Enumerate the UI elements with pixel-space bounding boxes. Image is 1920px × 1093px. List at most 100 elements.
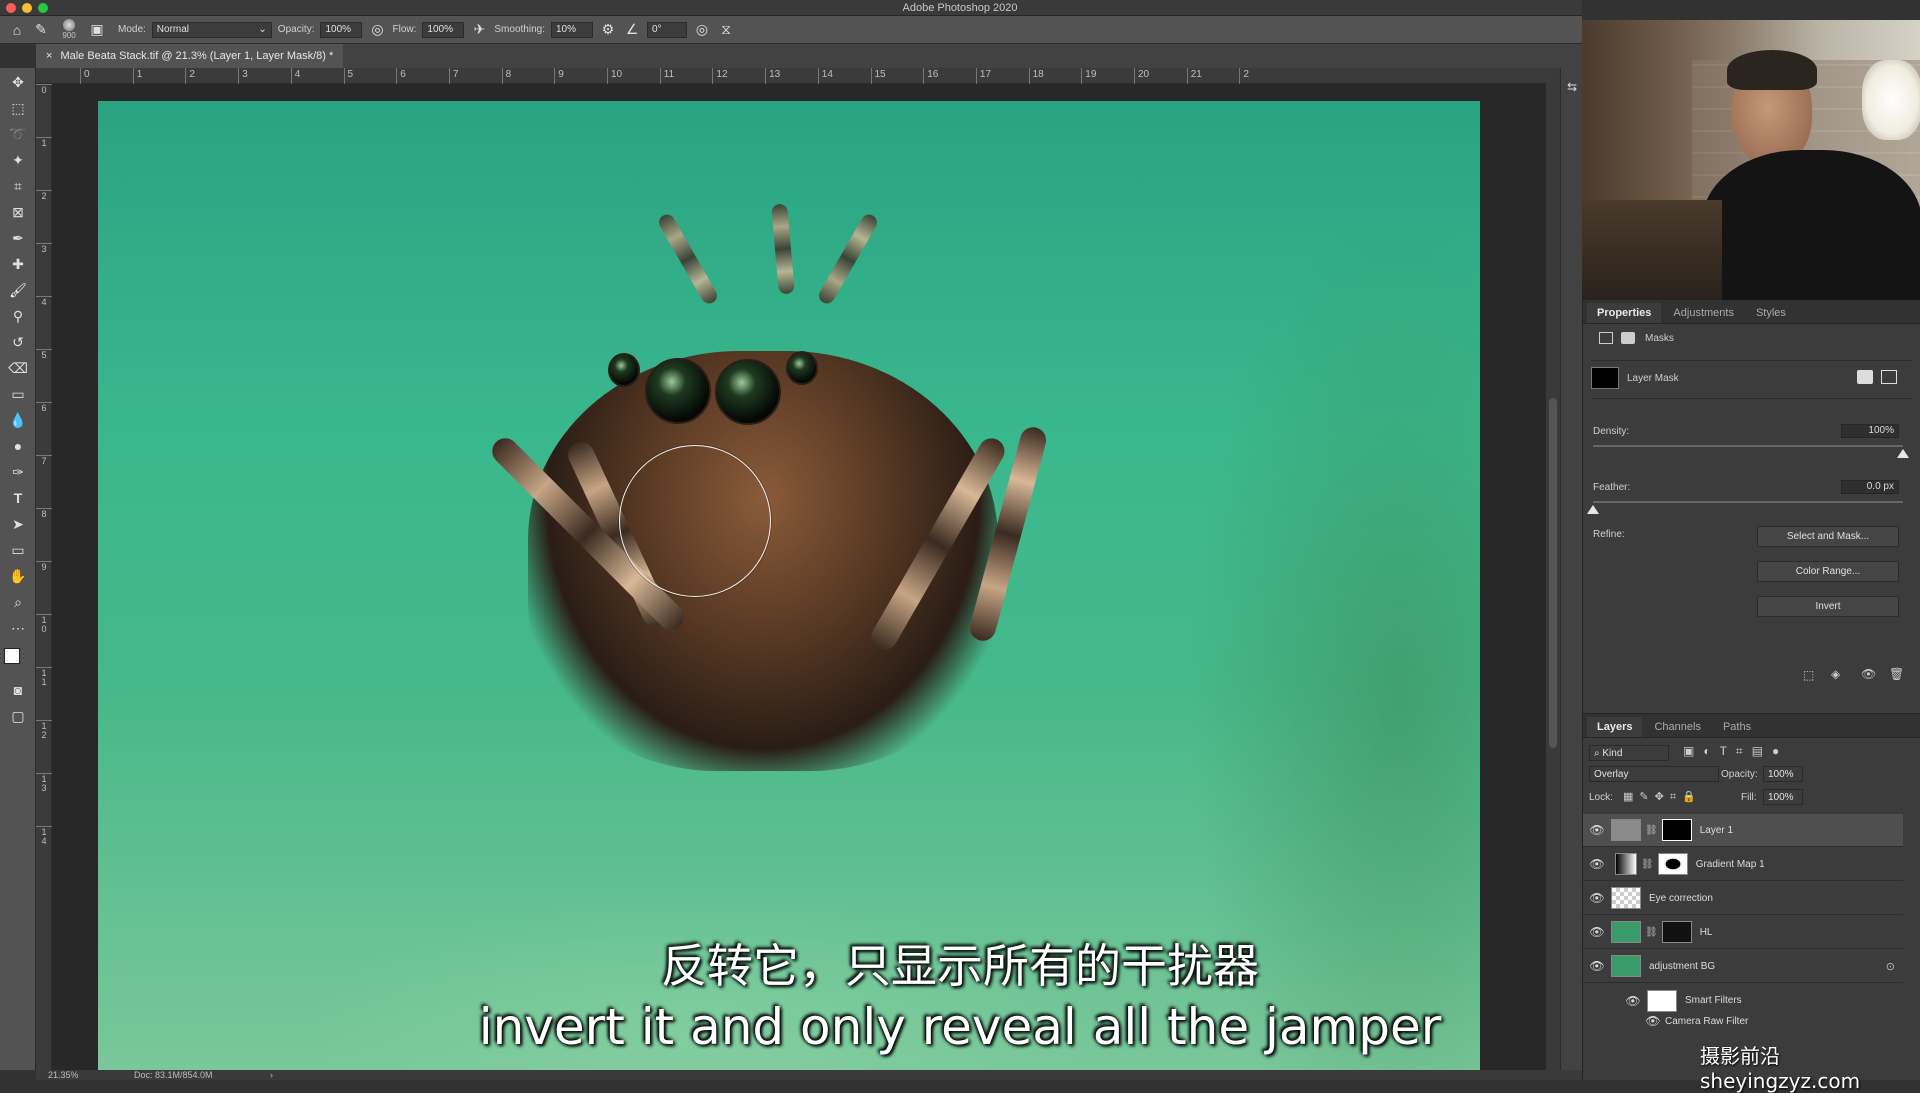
delete-mask-icon[interactable]: 🗑	[1889, 667, 1904, 681]
dodge-tool-icon[interactable]: ●	[6, 436, 30, 456]
scrollbar-thumb[interactable]	[1549, 398, 1557, 748]
eyedropper-tool-icon[interactable]: ✒	[6, 228, 30, 248]
brush-settings-icon[interactable]: ▣	[88, 21, 106, 39]
feather-slider[interactable]	[1593, 501, 1903, 503]
pen-tool-icon[interactable]: ✑	[6, 462, 30, 482]
path-selection-tool-icon[interactable]: ➤	[6, 514, 30, 534]
marquee-tool-icon[interactable]: ⬚	[6, 98, 30, 118]
apply-mask-icon[interactable]	[1881, 370, 1897, 384]
visibility-eye-icon[interactable]: 👁	[1587, 857, 1607, 871]
layer-row[interactable]: 👁 Camera Raw Filter	[1583, 1011, 1903, 1031]
history-brush-tool-icon[interactable]: ↺	[6, 332, 30, 352]
fill-field[interactable]: 100%	[1763, 789, 1803, 805]
layer-row[interactable]: 👁 Eye correction	[1583, 882, 1903, 915]
visibility-eye-icon[interactable]: 👁	[1861, 667, 1876, 681]
tab-adjustments[interactable]: Adjustments	[1663, 303, 1744, 323]
clone-stamp-tool-icon[interactable]: ⚲	[6, 306, 30, 326]
healing-brush-tool-icon[interactable]: ✚	[6, 254, 30, 274]
more-tools-icon[interactable]: ⋯	[6, 618, 30, 638]
layer-mask-thumbnail[interactable]	[1661, 921, 1692, 943]
layer-row[interactable]: 👁 adjustment BG ⊙	[1583, 950, 1903, 983]
smoothing-field[interactable]: 10%	[550, 21, 593, 38]
airbrush-icon[interactable]: ✈	[470, 21, 488, 39]
brush-tool-icon[interactable]: 🖌	[6, 280, 30, 300]
tab-channels[interactable]: Channels	[1644, 717, 1710, 737]
canvas-vertical-scrollbar[interactable]	[1546, 68, 1560, 1070]
link-icon[interactable]: ⛓	[1645, 825, 1658, 836]
home-icon[interactable]: ⌂	[8, 21, 26, 39]
density-field[interactable]: 100%	[1841, 424, 1899, 438]
color-range-button[interactable]: Color Range...	[1757, 561, 1899, 582]
visibility-eye-icon[interactable]: 👁	[1623, 994, 1643, 1008]
layer-row[interactable]: 👁 ⛓ Layer 1	[1583, 814, 1903, 847]
tab-styles[interactable]: Styles	[1746, 303, 1796, 323]
feather-slider-thumb[interactable]	[1587, 505, 1599, 514]
density-slider-thumb[interactable]	[1897, 449, 1909, 458]
move-tool-icon[interactable]: ✥	[6, 72, 30, 92]
zoom-level[interactable]: 21.35%	[48, 1070, 79, 1080]
visibility-eye-icon[interactable]: 👁	[1587, 891, 1607, 905]
density-slider[interactable]	[1593, 445, 1903, 447]
brush-tool-preset-icon[interactable]: ✎	[32, 21, 50, 39]
invert-button[interactable]: Invert	[1757, 596, 1899, 617]
document-image[interactable]	[98, 101, 1480, 1070]
gear-icon[interactable]: ⚙	[599, 21, 617, 39]
tab-properties[interactable]: Properties	[1587, 303, 1662, 323]
screen-mode-icon[interactable]: ▢	[6, 706, 30, 726]
symmetry-icon[interactable]: ⧖	[717, 21, 735, 39]
mode-select[interactable]: Normal ⌄	[151, 21, 272, 38]
density-label: Density:	[1593, 426, 1630, 437]
visibility-eye-icon[interactable]: 👁	[1587, 959, 1607, 973]
load-selection-icon[interactable]: ⬚	[1803, 668, 1814, 682]
link-icon[interactable]: ⛓	[1641, 859, 1654, 870]
crop-tool-icon[interactable]: ⌗	[6, 176, 30, 196]
visibility-eye-icon[interactable]: 👁	[1587, 925, 1607, 939]
canvas-area[interactable]	[52, 84, 1546, 1070]
smart-filter-options-icon[interactable]: ⊙	[1886, 960, 1895, 973]
blur-tool-icon[interactable]: 💧	[6, 410, 30, 430]
quick-select-tool-icon[interactable]: ✦	[6, 150, 30, 170]
angle-field[interactable]: 0°	[646, 21, 687, 38]
link-icon[interactable]: ⛓	[1645, 927, 1658, 938]
select-and-mask-button[interactable]: Select and Mask...	[1757, 526, 1899, 547]
type-tool-icon[interactable]: T	[6, 488, 30, 508]
feather-field[interactable]: 0.0 px	[1841, 480, 1899, 494]
ruler-tick-label: 8	[501, 68, 511, 84]
layer-row[interactable]: 👁 ⛓ HL	[1583, 916, 1903, 949]
lasso-tool-icon[interactable]: ➰	[6, 124, 30, 144]
document-tab[interactable]: × Male Beata Stack.tif @ 21.3% (Layer 1,…	[36, 44, 344, 68]
layer-filter-kind-select[interactable]: ⌕ Kind	[1589, 745, 1669, 761]
close-tab-icon[interactable]: ×	[46, 50, 52, 62]
foreground-color-swatch[interactable]	[4, 648, 20, 664]
layer-row[interactable]: 👁 ⛓ Gradient Map 1	[1583, 848, 1903, 881]
eraser-tool-icon[interactable]: ⌫	[6, 358, 30, 378]
pressure-size-icon[interactable]: ◎	[693, 21, 711, 39]
brush-size-picker[interactable]: 900	[56, 19, 82, 40]
visibility-eye-icon[interactable]: 👁	[1643, 1014, 1663, 1028]
pressure-opacity-icon[interactable]: ◎	[368, 21, 386, 39]
quick-mask-icon[interactable]: ◙	[6, 680, 30, 700]
visibility-eye-icon[interactable]: 👁	[1587, 823, 1607, 837]
vector-mask-icon[interactable]	[1621, 332, 1635, 344]
flow-field[interactable]: 100%	[422, 21, 465, 38]
hand-tool-icon[interactable]: ✋	[6, 566, 30, 586]
frame-tool-icon[interactable]: ⊠	[6, 202, 30, 222]
pixel-mask-icon[interactable]	[1599, 332, 1613, 344]
panel-collapse-icon[interactable]: ⇆	[1564, 80, 1580, 96]
zoom-tool-icon[interactable]: ⌕	[6, 592, 30, 612]
lock-icons[interactable]: ▦✎✥⌗🔒	[1623, 790, 1702, 804]
tab-paths[interactable]: Paths	[1713, 717, 1761, 737]
apply-mask-action-icon[interactable]: ◈	[1831, 667, 1840, 681]
tab-layers[interactable]: Layers	[1587, 717, 1643, 737]
blend-mode-select[interactable]: Overlay	[1589, 766, 1719, 782]
smart-filter-mask-thumbnail[interactable]	[1647, 989, 1677, 1012]
layer-mask-thumbnail[interactable]	[1661, 819, 1692, 841]
select-mask-icon[interactable]	[1857, 370, 1873, 384]
layers-opacity-field[interactable]: 100%	[1763, 766, 1803, 782]
status-menu-arrow[interactable]: ›	[270, 1070, 273, 1080]
gradient-tool-icon[interactable]: ▭	[6, 384, 30, 404]
layer-filter-icons[interactable]: ▣◐T⌗▤●	[1683, 744, 1788, 759]
opacity-field[interactable]: 100%	[320, 21, 363, 38]
layer-mask-thumbnail[interactable]	[1657, 853, 1688, 875]
rectangle-tool-icon[interactable]: ▭	[6, 540, 30, 560]
